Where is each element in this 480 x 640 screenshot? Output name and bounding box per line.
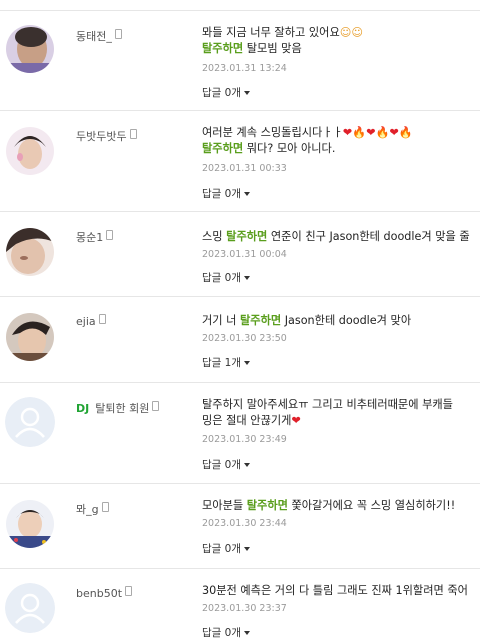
comment-line: 탈모빔 맞음 [246, 42, 302, 55]
caret-down-icon [244, 547, 250, 551]
highlight-text: 탈주하면 [240, 314, 282, 327]
comment-text: 스밍 탈주하면 연준이 친구 Jason한테 doodle겨 맞을 줄 [202, 229, 480, 245]
reply-toggle[interactable]: 답글 1개 [202, 355, 250, 370]
comment-item: 몽순1 스밍 탈주하면 연준이 친구 Jason한테 doodle겨 맞을 줄 … [0, 212, 480, 297]
caret-down-icon [244, 276, 250, 280]
comment-line: 여러분 계속 스밍돌립시다ㅏㅏ [202, 126, 343, 139]
author-name[interactable]: 동태전_ [76, 30, 112, 43]
comment-author[interactable]: ejia [76, 314, 106, 328]
reply-count[interactable]: 답글 0개 [202, 459, 241, 471]
comment-line: 뫄들 지금 너무 잘하고 있어요 [202, 26, 340, 39]
comment-text: 30분전 예측은 거의 다 틀림 그래도 진짜 1위할려면 죽어 [202, 583, 480, 599]
comment-date: 2023.01.30 23:37 [202, 603, 287, 614]
default-user-icon [5, 583, 55, 633]
caret-down-icon [244, 91, 250, 95]
mobile-icon [98, 314, 106, 324]
comment-item: DJ 탈퇴한 회원 탈주하지 말아주세요ㅠ 그리고 비추테러때문에 부캐들 밍은 … [0, 383, 480, 484]
caret-down-icon [244, 361, 250, 365]
reply-count[interactable]: 답글 1개 [202, 357, 241, 369]
comment-line: 거기 너 [202, 314, 240, 327]
comment-text: 탈주하지 말아주세요ㅠ 그리고 비추테러때문에 부캐들 밍은 절대 안끊기게❤ [202, 397, 480, 429]
comment-line: Jason한테 doodle겨 맞아 [281, 314, 412, 327]
author-name[interactable]: 뫄_g [76, 503, 99, 516]
comment-item: 두밧두밧두 여러분 계속 스밍돌립시다ㅏㅏ❤🔥❤🔥❤🔥 탈주하면 뭐다? 모아 … [0, 111, 480, 212]
comment-item: 뫄_g 모아분들 탈주하면 쫓아갈거에요 꼭 스밍 열심히하기!! 2023.0… [0, 484, 480, 569]
avatar[interactable] [6, 25, 54, 73]
caret-down-icon [244, 463, 250, 467]
reply-toggle[interactable]: 답글 0개 [202, 457, 250, 472]
comment-date: 2023.01.30 23:44 [202, 518, 287, 529]
mobile-icon [129, 129, 137, 139]
reply-toggle[interactable]: 답글 0개 [202, 85, 250, 100]
reply-toggle[interactable]: 답글 0개 [202, 625, 250, 640]
comment-author[interactable]: 두밧두밧두 [76, 128, 137, 144]
highlight-text: 탈주하면 [202, 142, 244, 155]
caret-down-icon [244, 192, 250, 196]
mobile-icon [101, 502, 109, 512]
avatar[interactable] [6, 500, 54, 548]
comment-author[interactable]: DJ 탈퇴한 회원 [76, 400, 160, 416]
mobile-icon [152, 401, 160, 411]
heart-emoji: ❤ [291, 414, 301, 427]
comment-line: 30분전 예측은 거의 다 틀림 그래도 진짜 1위할려면 죽어 [202, 584, 468, 597]
comment-line: 탈주하지 말아주세요ㅠ 그리고 비추테러때문에 부캐들 [202, 398, 453, 411]
comment-date: 2023.01.31 00:04 [202, 249, 287, 260]
avatar[interactable] [6, 313, 54, 361]
emoji: ❤🔥❤🔥❤🔥 [342, 126, 413, 139]
comment-date: 2023.01.31 13:24 [202, 63, 287, 74]
reply-toggle[interactable]: 답글 0개 [202, 541, 250, 556]
avatar[interactable] [6, 127, 54, 175]
author-name[interactable]: benb50t [76, 587, 122, 600]
author-name[interactable]: ejia [76, 315, 96, 328]
mobile-icon [125, 586, 133, 596]
comment-line: 연준이 친구 Jason한테 doodle겨 맞을 줄 [267, 230, 470, 243]
reply-count[interactable]: 답글 0개 [202, 87, 241, 99]
comment-date: 2023.01.30 23:50 [202, 333, 287, 344]
comment-author[interactable]: benb50t [76, 586, 133, 600]
reply-count[interactable]: 답글 0개 [202, 272, 241, 284]
comment-item: benb50t 30분전 예측은 거의 다 틀림 그래도 진짜 1위할려면 죽어… [0, 569, 480, 640]
comment-line: 쫓아갈거에요 꼭 스밍 열심히하기!! [287, 499, 456, 512]
reply-count[interactable]: 답글 0개 [202, 188, 241, 200]
default-avatar[interactable] [5, 397, 55, 447]
comment-item: 동태전_ 뫄들 지금 너무 잘하고 있어요☺☺ 탈주하면 탈모빔 맞음 2023… [0, 11, 480, 111]
comment-date: 2023.01.31 00:33 [202, 163, 287, 174]
comment-author[interactable]: 몽순1 [76, 229, 114, 245]
highlight-text: 탈주하면 [202, 42, 244, 55]
mobile-icon [114, 29, 122, 39]
author-name[interactable]: 두밧두밧두 [76, 130, 127, 143]
comment-line: 모아분들 [202, 499, 247, 512]
reply-count[interactable]: 답글 0개 [202, 543, 241, 555]
mobile-icon [106, 230, 114, 240]
highlight-text: 탈주하면 [226, 230, 268, 243]
comment-text: 모아분들 탈주하면 쫓아갈거에요 꼭 스밍 열심히하기!! [202, 498, 480, 514]
author-name[interactable]: 몽순1 [76, 231, 103, 244]
comment-line: 밍은 절대 안끊기게 [202, 414, 292, 427]
default-user-icon [5, 397, 55, 447]
comment-line: 스밍 [202, 230, 227, 243]
comment-line: 뭐다? 모아 아니다. [246, 142, 336, 155]
reply-toggle[interactable]: 답글 0개 [202, 186, 250, 201]
comment-date: 2023.01.30 23:49 [202, 434, 287, 445]
caret-down-icon [244, 631, 250, 635]
comment-text: 여러분 계속 스밍돌립시다ㅏㅏ❤🔥❤🔥❤🔥 탈주하면 뭐다? 모아 아니다. [202, 125, 480, 157]
avatar[interactable] [6, 228, 54, 276]
highlight-text: 탈주하면 [246, 499, 288, 512]
comment-text: 거기 너 탈주하면 Jason한테 doodle겨 맞아 [202, 313, 480, 329]
comment-item: ejia 거기 너 탈주하면 Jason한테 doodle겨 맞아 2023.0… [0, 297, 480, 383]
comment-text: 뫄들 지금 너무 잘하고 있어요☺☺ 탈주하면 탈모빔 맞음 [202, 25, 480, 57]
comment-author[interactable]: 뫄_g [76, 501, 109, 517]
reply-toggle[interactable]: 답글 0개 [202, 270, 250, 285]
default-avatar[interactable] [5, 583, 55, 633]
reply-count[interactable]: 답글 0개 [202, 627, 241, 639]
emoji: ☺☺ [339, 26, 364, 39]
author-name[interactable]: 탈퇴한 회원 [95, 402, 149, 415]
comment-author[interactable]: 동태전_ [76, 28, 122, 44]
dj-badge: DJ [76, 402, 90, 415]
